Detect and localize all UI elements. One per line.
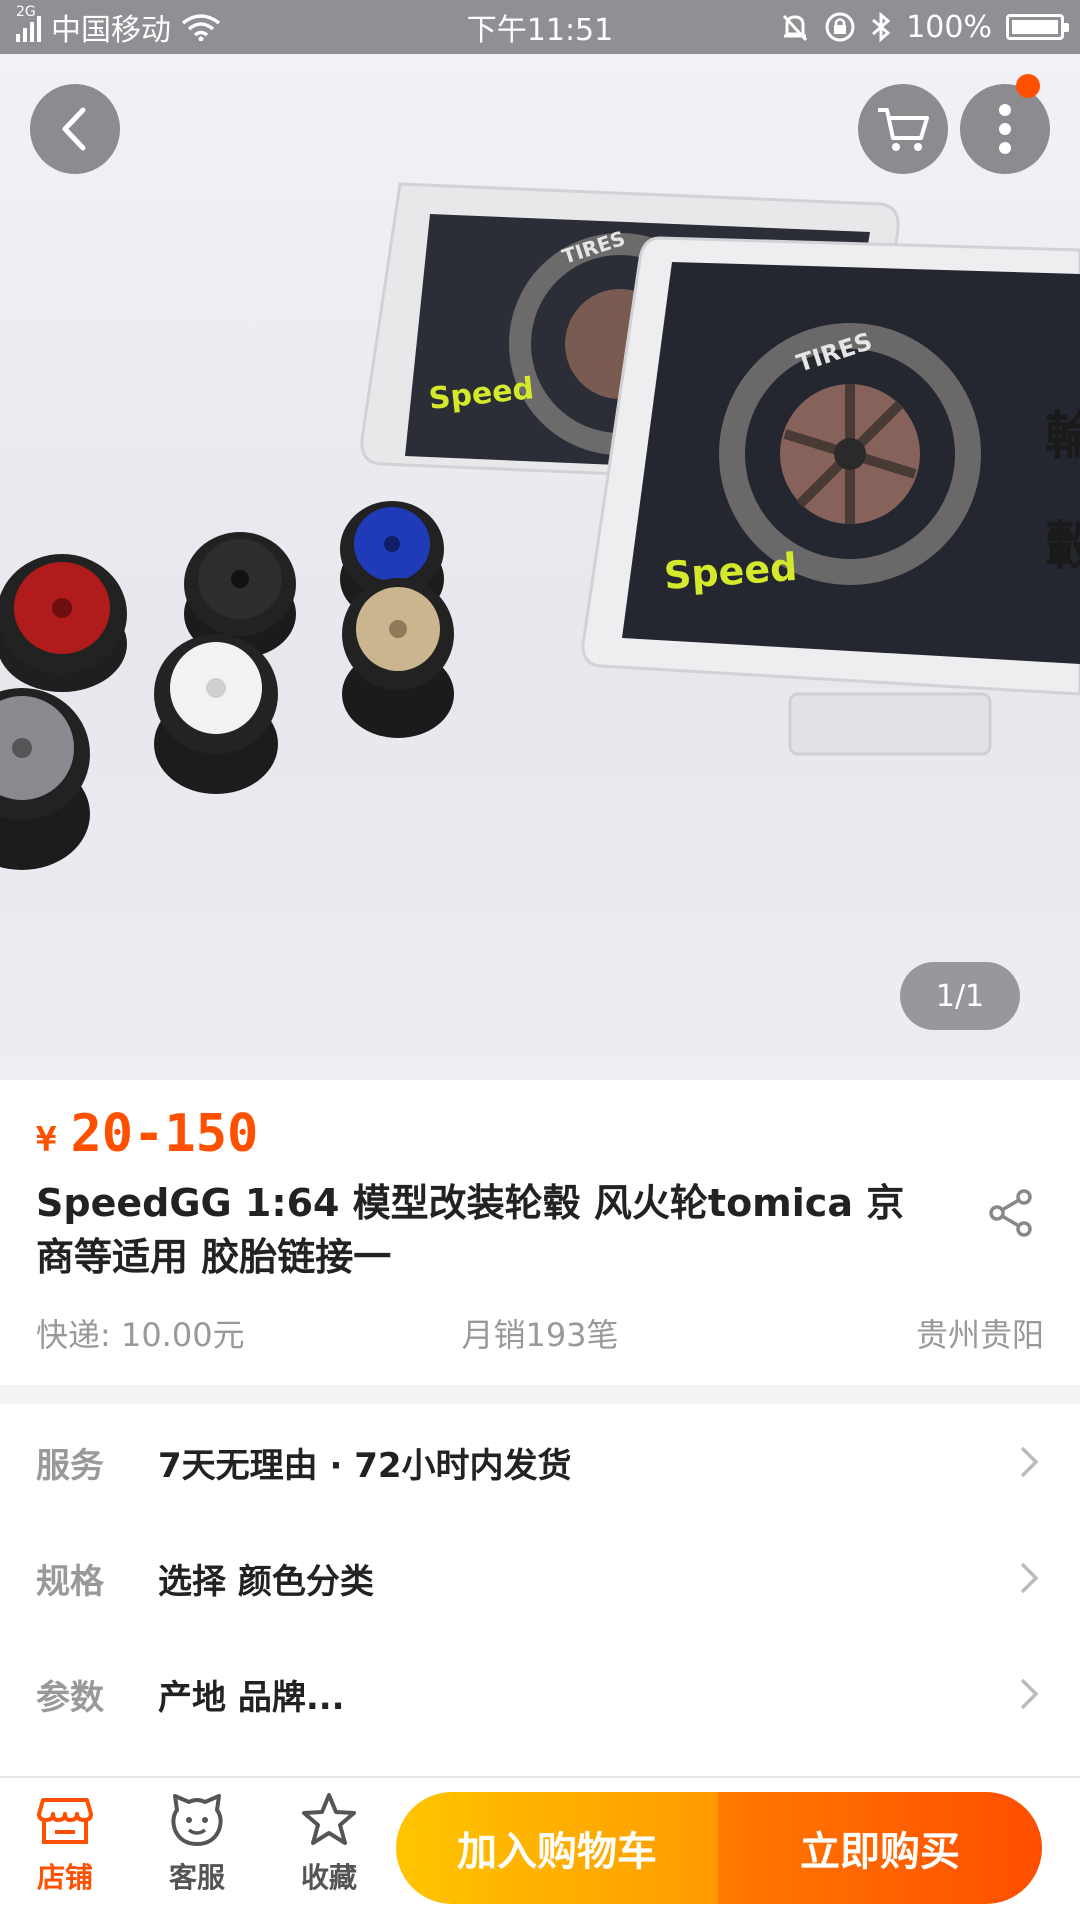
more-vertical-icon	[999, 104, 1011, 154]
service-label: 服务	[36, 1445, 104, 1486]
silent-bell-icon	[783, 14, 808, 42]
shop-label: 店铺	[36, 1861, 93, 1894]
favorite-tab[interactable]: 收藏	[274, 1790, 384, 1914]
red-wheel	[0, 554, 127, 692]
share-button[interactable]	[980, 1182, 1042, 1244]
back-button[interactable]	[30, 84, 120, 174]
front-box-char-2: 轂	[1045, 516, 1080, 577]
front-box-char-1: 輪	[1045, 406, 1080, 467]
params-label: 参数	[36, 1677, 104, 1718]
favorite-label: 收藏	[300, 1861, 357, 1894]
params-row[interactable]: 参数 产地 品牌...	[0, 1636, 1080, 1752]
product-title[interactable]: SpeedGG 1:64 模型改装轮毂 风火轮tomica 京商等适用 胶胎链接…	[36, 1176, 916, 1284]
shipping-fee: 快递: 10.00元	[36, 1316, 245, 1354]
chevron-right-icon	[1020, 1562, 1039, 1594]
product-image-gallery[interactable]: Speed TIRES Speed TIRES 輪 轂 1/1	[0, 54, 1080, 1080]
add-to-cart-button[interactable]: 加入购物车	[396, 1792, 718, 1904]
status-bar: 2G 中国移动 下午11:51 100%	[0, 0, 1080, 54]
front-packaging-box: Speed TIRES 輪 轂	[581, 236, 1080, 756]
image-page-indicator: 1/1	[900, 962, 1020, 1030]
service-value: 7天无理由 · 72小时内发货	[158, 1445, 572, 1486]
white-wheel	[154, 634, 278, 794]
more-options-button[interactable]	[960, 84, 1050, 174]
shop-icon	[37, 1798, 93, 1844]
wifi-icon	[181, 14, 221, 41]
spec-label: 规格	[36, 1561, 104, 1602]
silver-wheel	[0, 688, 90, 870]
customer-service-label: 客服	[168, 1861, 225, 1894]
carrier-name: 中国移动	[51, 13, 171, 48]
product-photo: Speed TIRES Speed TIRES 輪 轂	[0, 182, 1080, 870]
currency-symbol: ¥	[36, 1120, 57, 1160]
chevron-right-icon	[1020, 1678, 1039, 1710]
product-meta: 快递: 10.00元 月销193笔 贵州贵阳	[36, 1308, 1044, 1358]
bottom-action-bar: 店铺 客服 收藏 加入购物车 立即购买	[0, 1776, 1080, 1920]
customer-service-tab[interactable]: 客服	[142, 1790, 252, 1914]
clock: 下午11:51	[466, 13, 614, 48]
rotation-lock-icon	[825, 12, 855, 42]
shop-tab[interactable]: 店铺	[10, 1790, 120, 1914]
bluetooth-icon	[872, 11, 891, 43]
cart-button[interactable]	[858, 84, 948, 174]
price-range: 20-150	[70, 1104, 259, 1164]
gold-wheel	[342, 578, 454, 738]
front-box-brand: Speed	[663, 545, 799, 598]
chevron-left-icon	[62, 107, 86, 151]
signal-icon: 2G	[16, 4, 41, 42]
star-icon	[302, 1793, 356, 1845]
notification-dot	[1016, 74, 1040, 98]
product-options: 服务 7天无理由 · 72小时内发货 规格 选择 颜色分类 参数 产地 品牌..…	[0, 1404, 1080, 1776]
network-type: 2G	[16, 4, 36, 20]
chevron-right-icon	[1020, 1446, 1039, 1478]
shopping-cart-icon	[878, 108, 929, 151]
customer-service-icon	[171, 1794, 223, 1846]
spec-row[interactable]: 规格 选择 颜色分类	[0, 1520, 1080, 1636]
ship-from-location: 贵州贵阳	[915, 1316, 1044, 1354]
service-row[interactable]: 服务 7天无理由 · 72小时内发货	[0, 1404, 1080, 1520]
battery-percent: 100%	[906, 9, 992, 45]
params-value: 产地 品牌...	[158, 1677, 345, 1718]
buy-now-button[interactable]: 立即购买	[718, 1792, 1042, 1904]
battery-icon	[1006, 14, 1069, 40]
monthly-sales: 月销193笔	[461, 1316, 619, 1354]
spec-value: 选择 颜色分类	[158, 1561, 374, 1602]
share-icon	[989, 1189, 1032, 1237]
price: ¥20-150	[36, 1104, 258, 1164]
product-info-card: ¥20-150 SpeedGG 1:64 模型改装轮毂 风火轮tomica 京商…	[0, 1080, 1080, 1385]
